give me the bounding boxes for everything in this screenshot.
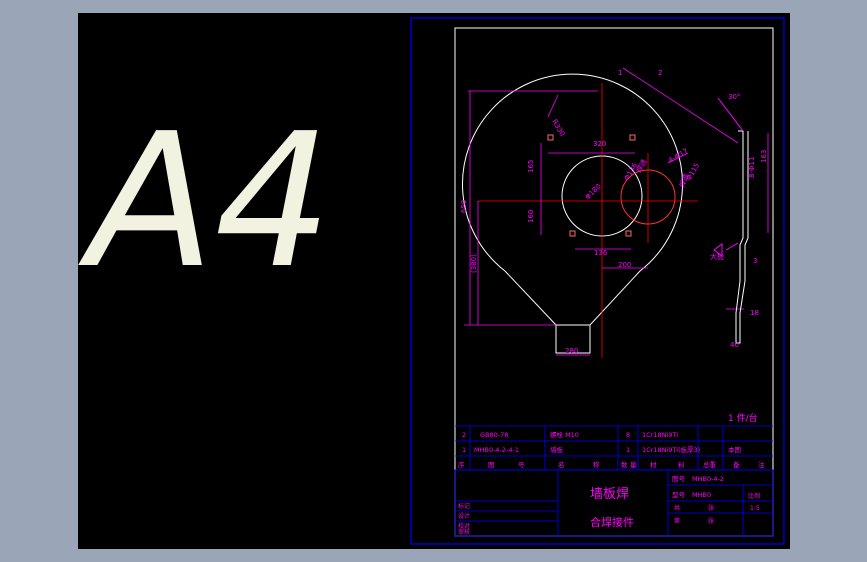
dim-160: 160 [527, 210, 535, 223]
tb-row-1: 标记 [458, 502, 470, 510]
tb-sheet2: 张 [708, 517, 714, 525]
ratio-label: 比例 [748, 492, 760, 500]
side-note: 大抛 [710, 252, 724, 261]
big-a4-label: A4 [78, 93, 332, 309]
bom-r2-material: 1Cr18Ni9Ti(板厚3) [642, 445, 700, 454]
dim-4phi17: 4-Φ17 [667, 147, 690, 165]
cad-viewport[interactable]: A4 R330 320 165 160 136 200 Φ180 Φ136 4-… [78, 13, 790, 549]
bom-r2-qty: 1 [626, 446, 630, 454]
bom-h7: 材 [650, 460, 657, 469]
type-value: MHB0 [692, 491, 711, 499]
bom-r2-code: MHB0-4-2-4-1 [474, 446, 519, 454]
tb-no: 第 [674, 517, 680, 525]
dim-163: 163 [760, 150, 768, 163]
dim-280: 280 [565, 347, 578, 355]
bom-r1-code: GB80-78 [480, 431, 508, 439]
inner-frame [454, 27, 774, 537]
tb-row-2: 设计 [458, 512, 470, 520]
bom-r1-no: 2 [462, 431, 466, 439]
dim-weld-a: 焊透 [634, 157, 649, 174]
dim-380: (380) [470, 254, 478, 273]
quantity-note: 1 件/台 [728, 412, 758, 424]
bom-r2-note: 本图 [728, 445, 741, 454]
bom-h5: 数 [621, 460, 628, 469]
side-view [713, 97, 749, 344]
part-outline [462, 73, 683, 354]
type-label: 型号 [672, 490, 686, 499]
dimension-lines [464, 67, 769, 356]
bom-r1-name: 螺栓 M10 [550, 430, 579, 439]
dim-136: 136 [594, 249, 608, 257]
dim-weld-b: 焊透 [677, 172, 690, 188]
dim-40: 40 [730, 341, 739, 349]
ratio-value: 1:5 [750, 505, 760, 512]
bom-h11: 注 [758, 460, 765, 469]
tb-total: 共 [674, 504, 680, 512]
dim-650: 650 [460, 200, 468, 213]
tb-sheet1: 张 [708, 504, 714, 512]
bom-r2-no: 1 [462, 446, 466, 454]
bom-h1: 图 [488, 461, 495, 469]
bom-h8: 料 [678, 460, 685, 469]
bom-h4: 称 [593, 460, 600, 469]
code-value: MHB0-4-2 [692, 475, 724, 483]
balloon-2: 2 [658, 69, 662, 77]
bom-h0: 序 [458, 460, 465, 469]
bolt-holes [547, 134, 636, 237]
dim-320: 320 [593, 140, 606, 148]
code-label: 图号 [672, 475, 686, 483]
dim-dia180: Φ180 [584, 182, 603, 201]
bom-h9: 总重 [703, 460, 717, 469]
bom-h6: 量 [630, 461, 637, 469]
dim-3: 3 [753, 257, 757, 265]
dim-angle: 30° [728, 93, 740, 101]
bom-h10: 备 [733, 460, 740, 469]
dim-200: 200 [618, 261, 631, 269]
dim-8phi11: 8-Φ11 [748, 157, 756, 178]
title-main: 墙板焊 [590, 486, 629, 502]
drawing-sheet: A4 R330 320 165 160 136 200 Φ180 Φ136 4-… [78, 17, 785, 545]
tb-row-4: 审核 [458, 528, 470, 536]
bom-h3: 名 [558, 460, 565, 469]
bom-h2: 号 [518, 461, 525, 469]
bom-r1-material: 1Cr18Ni9Ti [642, 431, 678, 439]
balloon-1: 1 [618, 69, 622, 77]
title-sub: 合焊接件 [590, 515, 634, 529]
dim-18: 18 [750, 309, 759, 317]
bom-r1-qty: 8 [626, 431, 630, 439]
bom-r2-name: 墙板 [550, 445, 564, 454]
dim-165: 165 [527, 160, 535, 173]
